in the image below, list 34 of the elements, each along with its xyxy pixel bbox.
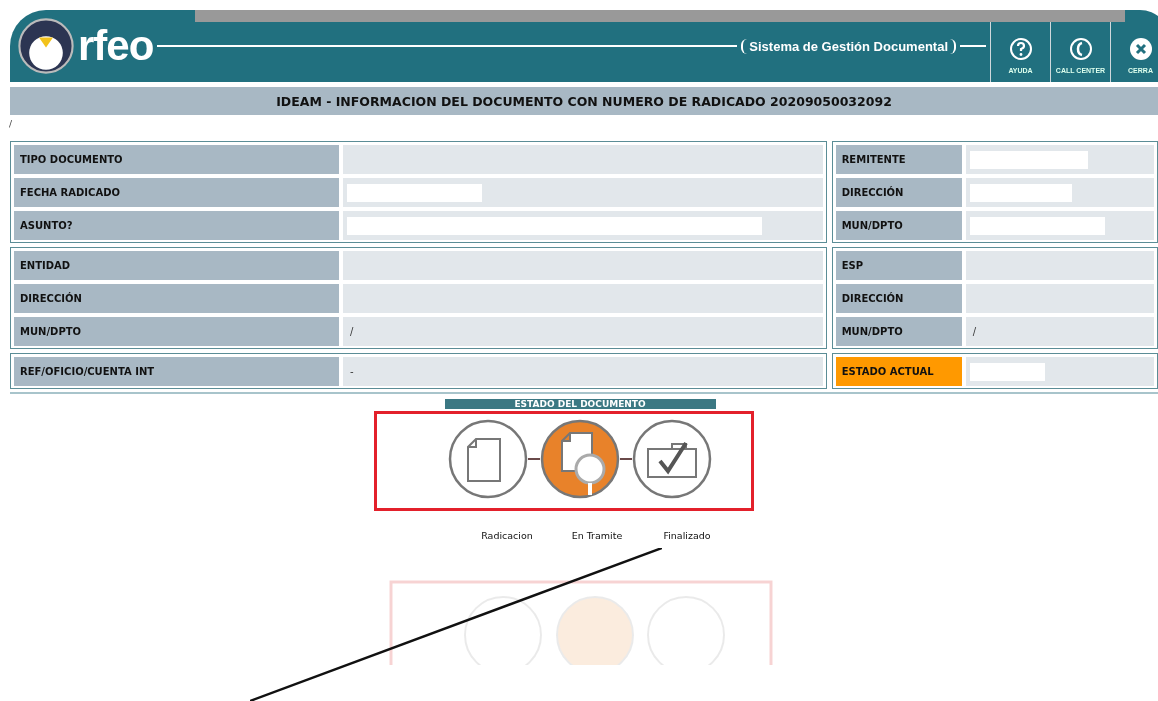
- close-icon: [1128, 37, 1153, 61]
- field-label: DIRECCIÓN: [14, 284, 339, 313]
- status-heading: ESTADO DEL DOCUMENTO: [444, 399, 716, 409]
- value-text: /: [971, 326, 977, 337]
- input-field[interactable]: [347, 216, 762, 235]
- step-label: En Tramite: [570, 530, 624, 541]
- step-label: Radicacion: [480, 530, 534, 541]
- input-field[interactable]: [969, 362, 1045, 381]
- phone-icon: [1068, 37, 1093, 61]
- input-field[interactable]: [347, 183, 482, 202]
- breadcrumb-text: /: [9, 119, 13, 129]
- brand-name: rfeo: [78, 22, 154, 70]
- field-label: ESP: [835, 251, 962, 280]
- field-label: REMITENTE: [835, 145, 962, 174]
- step-label: Finalizado: [662, 530, 712, 541]
- field-label: DIRECCIÓN: [835, 284, 962, 313]
- field-label: FECHA RADICADO: [14, 178, 339, 207]
- field-label: DIRECCIÓN: [835, 178, 962, 207]
- field-label: REF/OFICIO/CUENTA INT: [14, 357, 339, 386]
- input-field[interactable]: [969, 150, 1088, 169]
- field-label: MUN/DPTO: [835, 211, 962, 240]
- field-label: ESTADO ACTUAL: [835, 357, 962, 386]
- input-field[interactable]: [969, 216, 1105, 235]
- value-text: -: [349, 366, 354, 377]
- app-subtitle: Sistema de Gestión Documental: [741, 38, 956, 54]
- field-label: ASUNTO?: [14, 211, 339, 240]
- field-label: ENTIDAD: [14, 251, 339, 280]
- field-label: TIPO DOCUMENTO: [14, 145, 339, 174]
- field-label: MUN/DPTO: [835, 317, 962, 346]
- value-text: /: [349, 326, 354, 337]
- help-icon: [1008, 37, 1033, 61]
- field-label: MUN/DPTO: [14, 317, 339, 346]
- input-field[interactable]: [969, 183, 1072, 202]
- page-title: IDEAM - INFORMACION DEL DOCUMENTO CON NUMERO DE RADICADO 20209050032092: [10, 87, 1158, 115]
